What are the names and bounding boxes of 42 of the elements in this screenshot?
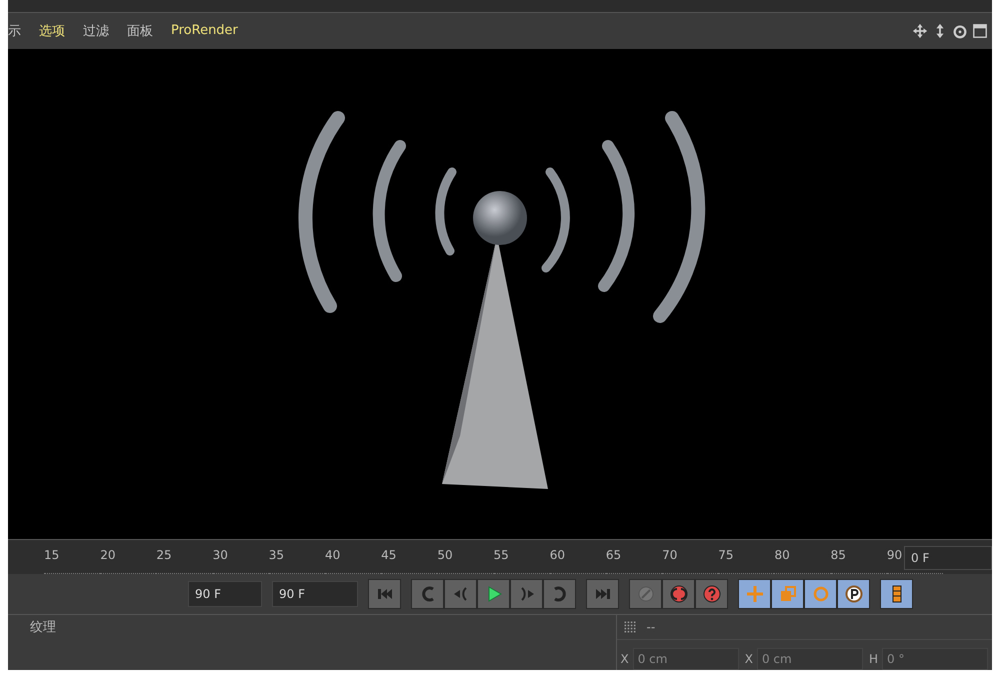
play-button[interactable]	[477, 579, 510, 610]
timeline-ruler[interactable]: 15 20 25 30 35 40 45 50 55 60 65 70 75 80 85 90 0 F	[8, 539, 992, 574]
parameter-key-button[interactable]	[837, 579, 870, 610]
rotate-key-button[interactable]	[804, 579, 837, 610]
menu-item[interactable]: ProRender	[171, 23, 238, 38]
previous-key-button[interactable]	[411, 579, 444, 610]
axis-label: X	[744, 652, 753, 666]
panel-tab[interactable]: 纹理	[30, 618, 56, 636]
current-frame-field[interactable]: 0 F	[904, 546, 992, 570]
axis-label: H	[868, 652, 878, 666]
autokey-button[interactable]	[662, 579, 695, 610]
menu-item[interactable]: 过滤	[83, 22, 109, 40]
autokey-icon	[670, 585, 688, 604]
scale-square-icon	[778, 585, 796, 604]
record-button[interactable]	[629, 579, 662, 610]
coordinate-field[interactable]: 0 cm	[756, 648, 863, 670]
first-frame-button[interactable]	[368, 579, 401, 610]
panel-header: --	[646, 620, 656, 634]
window-icon	[972, 22, 988, 39]
rotate-ring-icon	[812, 585, 830, 604]
move-arrows-icon	[746, 585, 764, 604]
move-key-button[interactable]	[738, 579, 771, 610]
parameter-icon	[844, 585, 862, 604]
max-frame-field[interactable]: 90 F	[272, 581, 358, 608]
rotate-icon	[952, 22, 968, 39]
timeline-button[interactable]	[880, 579, 913, 610]
move-icon	[912, 22, 928, 39]
menu-item[interactable]: 示	[8, 22, 21, 40]
next-key-button[interactable]	[543, 579, 576, 610]
grid-dots-icon	[622, 620, 636, 634]
min-frame-field[interactable]: 90 F	[188, 581, 262, 608]
menu-item[interactable]: 面板	[127, 22, 153, 40]
coordinate-field[interactable]: 0 cm	[632, 648, 739, 670]
step-back-icon	[452, 585, 470, 604]
coordinate-field[interactable]: 0 °	[882, 648, 988, 670]
key-icon	[636, 585, 654, 604]
last-frame-button[interactable]	[586, 579, 619, 610]
menu-item[interactable]: 选项	[39, 22, 65, 40]
scale-key-button[interactable]	[771, 579, 804, 610]
axis-label: X	[620, 652, 629, 666]
help-button[interactable]	[695, 579, 728, 610]
question-icon	[702, 585, 720, 604]
